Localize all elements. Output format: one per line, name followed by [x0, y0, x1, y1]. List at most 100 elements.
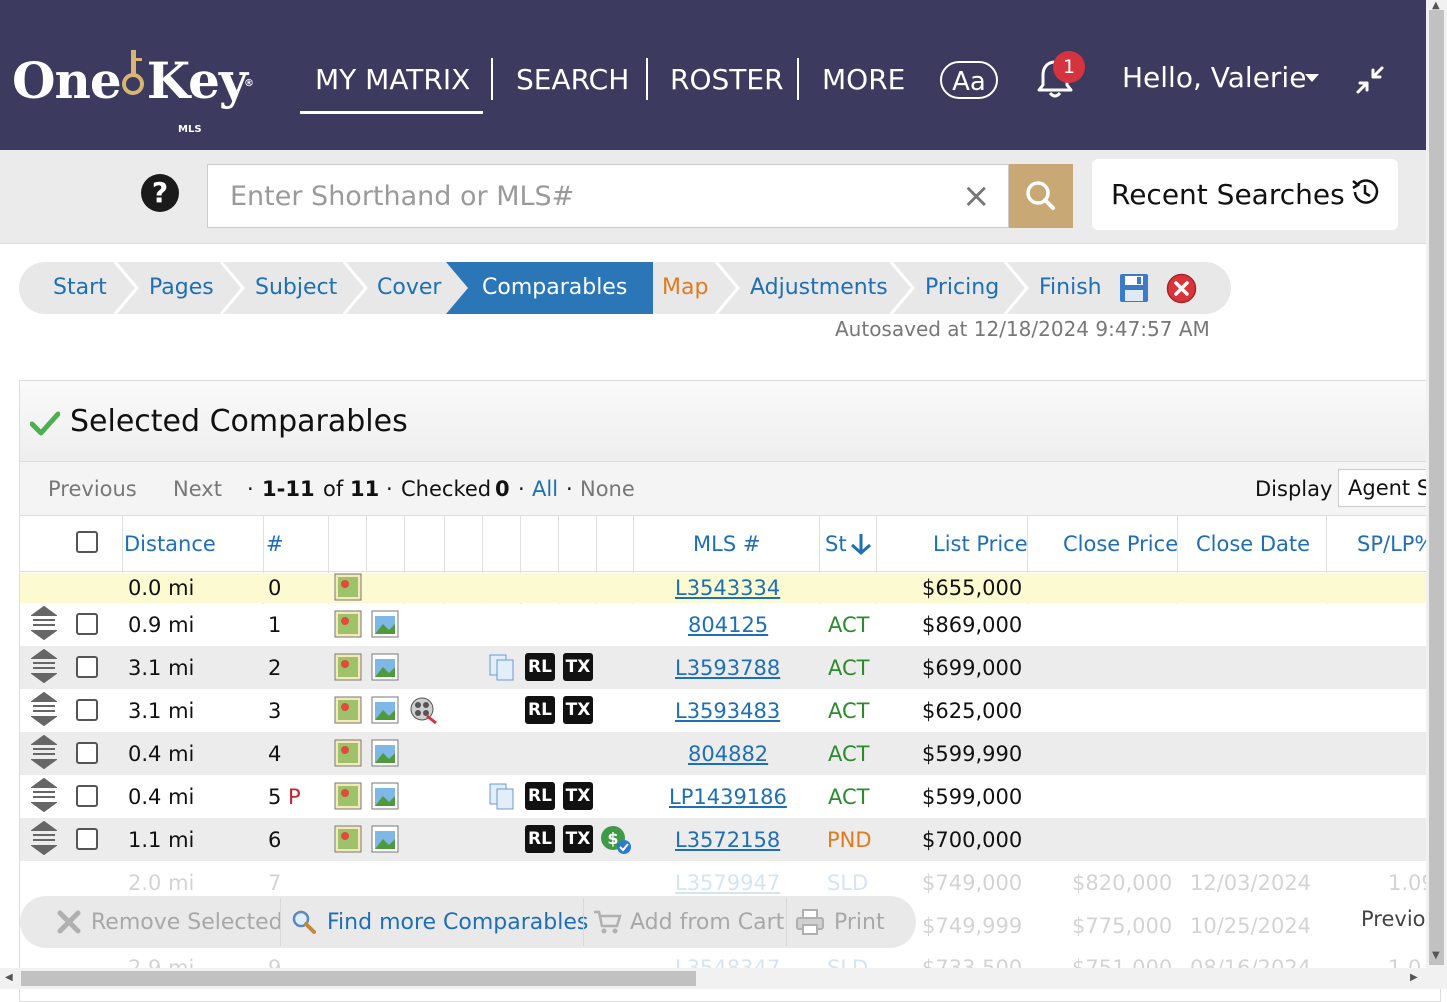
- photo-icon[interactable]: [334, 696, 362, 724]
- gallery-icon[interactable]: [371, 825, 399, 853]
- col-close-price[interactable]: Close Price: [1063, 530, 1178, 558]
- nav-roster[interactable]: ROSTER: [670, 60, 784, 100]
- step-subject[interactable]: Subject: [255, 262, 337, 314]
- previous-page-link[interactable]: Previous: [48, 476, 137, 502]
- vertical-scroll-thumb[interactable]: [1429, 10, 1444, 965]
- select-none-link[interactable]: None: [580, 476, 635, 502]
- col-list-price[interactable]: List Price: [933, 530, 1028, 558]
- drag-handle-icon[interactable]: [31, 692, 57, 726]
- rl-tag[interactable]: RL: [525, 653, 555, 681]
- shorthand-search-input[interactable]: [207, 164, 1009, 228]
- display-select[interactable]: Agent Single Line: [1338, 469, 1438, 507]
- photo-icon[interactable]: [334, 739, 362, 767]
- add-from-cart-button[interactable]: Add from Cart: [630, 910, 784, 936]
- rl-tag[interactable]: RL: [525, 782, 555, 810]
- mls-link[interactable]: L3593483: [675, 697, 780, 725]
- select-all-link[interactable]: All: [532, 476, 558, 502]
- scroll-left-arrow-icon[interactable]: ◀: [5, 972, 13, 983]
- photo-icon[interactable]: [334, 825, 362, 853]
- remove-icon: [57, 910, 81, 938]
- mls-link[interactable]: L3572158: [675, 826, 780, 854]
- mls-link[interactable]: 804125: [688, 611, 768, 639]
- font-size-toggle-button[interactable]: Aa: [940, 61, 998, 99]
- help-icon[interactable]: ?: [141, 174, 179, 212]
- onekey-logo[interactable]: One Key MLS ®: [12, 48, 254, 135]
- gallery-icon[interactable]: [371, 696, 399, 724]
- scroll-down-arrow-icon[interactable]: ▼: [1432, 950, 1440, 961]
- mls-link[interactable]: L3548347: [675, 954, 780, 968]
- photo-icon[interactable]: [334, 653, 362, 681]
- cell-number: 0: [268, 576, 282, 600]
- collapse-icon[interactable]: [1354, 64, 1386, 100]
- cell-status: SLD: [827, 871, 869, 895]
- row-checkbox[interactable]: [76, 699, 98, 721]
- step-map[interactable]: Map: [662, 262, 708, 314]
- cell-distance: 0.9 mi: [128, 613, 195, 637]
- save-icon[interactable]: [1119, 273, 1149, 307]
- step-finish[interactable]: Finish: [1039, 262, 1102, 314]
- drag-handle-icon[interactable]: [31, 735, 57, 769]
- col-status[interactable]: St: [825, 530, 847, 558]
- rl-tag[interactable]: RL: [525, 696, 555, 724]
- step-comparables[interactable]: Comparables: [482, 262, 627, 314]
- copy-icon[interactable]: [488, 653, 516, 681]
- mls-link[interactable]: 804882: [688, 740, 768, 768]
- row-checkbox[interactable]: [76, 785, 98, 807]
- photo-icon[interactable]: [334, 573, 362, 601]
- drag-handle-icon[interactable]: [31, 606, 57, 640]
- step-pages[interactable]: Pages: [149, 262, 214, 314]
- step-pricing[interactable]: Pricing: [925, 262, 999, 314]
- cancel-icon[interactable]: [1166, 273, 1197, 308]
- chevron-down-icon[interactable]: [1305, 74, 1319, 82]
- clear-search-icon[interactable]: ×: [962, 179, 991, 213]
- photo-icon[interactable]: [334, 610, 362, 638]
- user-menu[interactable]: Hello, Valerie: [1122, 58, 1306, 98]
- drag-handle-icon[interactable]: [31, 821, 57, 855]
- remove-selected-button[interactable]: Remove Selected: [91, 910, 283, 936]
- tx-tag[interactable]: TX: [563, 782, 593, 810]
- mls-link[interactable]: LP1439186: [669, 783, 787, 811]
- search-button[interactable]: [1009, 164, 1073, 228]
- of-label: of: [323, 477, 344, 501]
- nav-search[interactable]: SEARCH: [516, 60, 629, 100]
- tx-tag[interactable]: TX: [563, 696, 593, 724]
- next-page-link[interactable]: Next: [173, 476, 222, 502]
- col-close-date[interactable]: Close Date: [1196, 530, 1310, 558]
- col-sp-lp[interactable]: SP/LP%: [1357, 530, 1434, 558]
- row-checkbox[interactable]: [76, 828, 98, 850]
- col-number[interactable]: #: [266, 530, 284, 558]
- col-distance[interactable]: Distance: [124, 530, 216, 558]
- mls-link[interactable]: L3579947: [675, 869, 780, 896]
- row-checkbox[interactable]: [76, 613, 98, 635]
- print-button[interactable]: Print: [834, 910, 885, 936]
- gallery-icon[interactable]: [371, 739, 399, 767]
- nav-more[interactable]: MORE: [822, 60, 905, 100]
- col-mls[interactable]: MLS #: [693, 530, 760, 558]
- find-more-comparables-button[interactable]: Find more Comparables: [327, 910, 588, 936]
- copy-icon[interactable]: [488, 782, 516, 810]
- step-adjustments[interactable]: Adjustments: [750, 262, 888, 314]
- drag-handle-icon[interactable]: [31, 778, 57, 812]
- step-start[interactable]: Start: [53, 262, 107, 314]
- horizontal-scroll-thumb[interactable]: [21, 971, 696, 986]
- tx-tag[interactable]: TX: [563, 825, 593, 853]
- scroll-right-arrow-icon[interactable]: ▶: [1410, 972, 1418, 983]
- rl-tag[interactable]: RL: [525, 825, 555, 853]
- gallery-icon[interactable]: [371, 782, 399, 810]
- select-all-checkbox[interactable]: [76, 531, 98, 553]
- step-cover[interactable]: Cover: [377, 262, 441, 314]
- photo-icon[interactable]: [334, 782, 362, 810]
- nav-my-matrix[interactable]: MY MATRIX: [315, 60, 470, 100]
- scroll-up-arrow-icon[interactable]: ▲: [1432, 0, 1440, 11]
- gallery-icon[interactable]: [371, 610, 399, 638]
- row-checkbox[interactable]: [76, 656, 98, 678]
- drag-handle-icon[interactable]: [31, 649, 57, 683]
- mls-link[interactable]: L3543334: [675, 574, 780, 602]
- video-reel-icon[interactable]: [409, 696, 437, 724]
- previous-page-link-bottom[interactable]: Previo: [1361, 907, 1426, 931]
- gallery-icon[interactable]: [371, 653, 399, 681]
- tx-tag[interactable]: TX: [563, 653, 593, 681]
- row-checkbox[interactable]: [76, 742, 98, 764]
- price-reduced-icon[interactable]: $: [600, 825, 632, 855]
- mls-link[interactable]: L3593788: [675, 654, 780, 682]
